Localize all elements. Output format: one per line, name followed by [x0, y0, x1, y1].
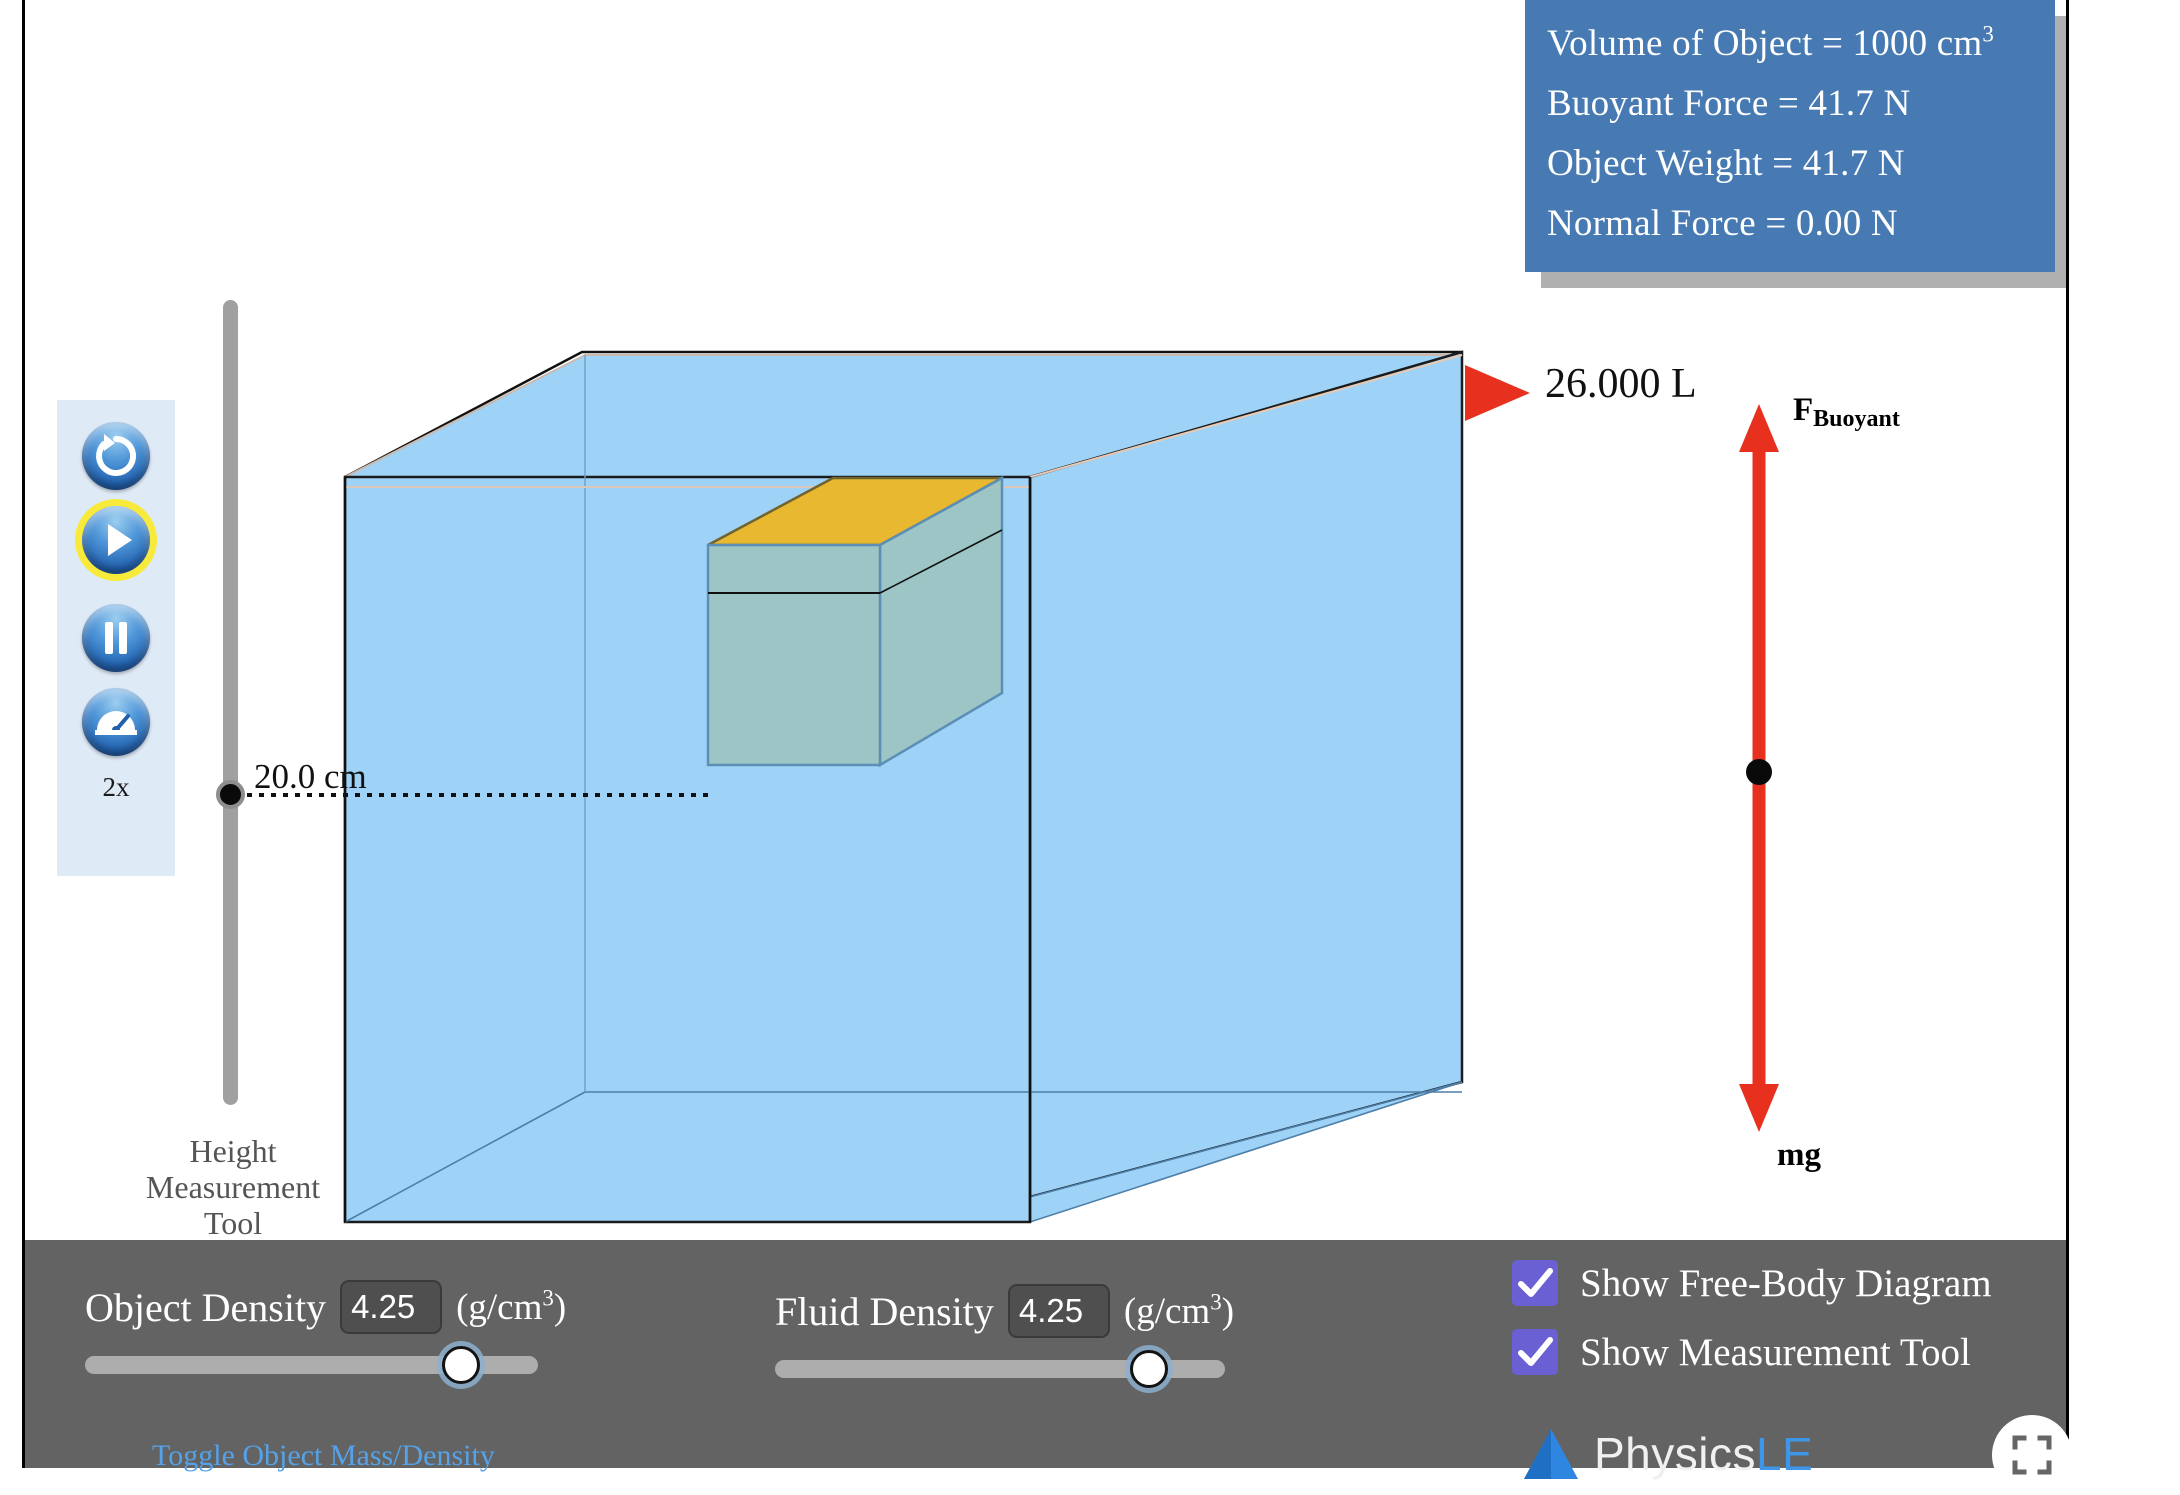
info-line-volume: Volume of Object = 1000 cm3	[1547, 21, 1995, 64]
caption-line-1: Height	[189, 1133, 277, 1169]
height-measurement-slider-track[interactable]	[223, 300, 238, 1105]
show-measurement-label: Show Measurement Tool	[1580, 1330, 1971, 1374]
reset-button[interactable]	[82, 422, 150, 490]
object-density-slider-thumb[interactable]	[441, 1346, 480, 1384]
fluid-density-units: (g/cm3)	[1123, 1289, 1235, 1332]
height-measurement-caption: Height Measurement Tool	[122, 1133, 344, 1240]
object-density-slider[interactable]	[85, 1346, 538, 1384]
height-measurement-value: 20.0 cm	[254, 757, 367, 796]
caption-line-3: Tool	[203, 1205, 263, 1240]
fluid-density-slider[interactable]	[775, 1350, 1225, 1388]
buoyant-force-label: FBuoyant	[1793, 392, 1900, 432]
caption-line-2: Measurement	[145, 1169, 321, 1205]
object-density-units: (g/cm3)	[456, 1285, 567, 1328]
buoyancy-simulation-app: 26.000 L Volume of Object = 1000 cm3 Buo…	[0, 0, 2180, 1495]
checkmark-icon	[1518, 1337, 1553, 1366]
info-readout-panel: Volume of Object = 1000 cm3 Buoyant Forc…	[1525, 0, 2055, 272]
play-button[interactable]	[82, 506, 150, 574]
show-fbd-checkbox-row[interactable]: Show Free-Body Diagram	[1512, 1260, 1992, 1306]
free-body-diagram	[1739, 404, 1779, 1132]
weight-force-label: mg	[1777, 1137, 1821, 1173]
reset-icon	[96, 434, 137, 476]
weight-arrow-head-icon	[1739, 1084, 1779, 1132]
speed-value-label: 2x	[102, 772, 130, 802]
height-measurement-slider-knob[interactable]	[216, 780, 245, 809]
object-density-label: Object Density	[85, 1284, 327, 1330]
show-measurement-checkbox-row[interactable]: Show Measurement Tool	[1512, 1329, 1971, 1375]
physicsle-logo: PhysicsLE	[1520, 1425, 1813, 1483]
object-density-input[interactable]	[340, 1280, 443, 1334]
measurement-dotted-line	[247, 793, 715, 797]
info-line-buoyant-force: Buoyant Force = 41.7 N	[1547, 83, 1911, 124]
info-line-normal-force: Normal Force = 0.00 N	[1547, 203, 1898, 244]
media-controls-panel: 2x	[57, 400, 175, 876]
show-fbd-label: Show Free-Body Diagram	[1580, 1261, 1992, 1305]
play-icon	[108, 524, 132, 556]
object-density-row: Object Density (g/cm3)	[85, 1280, 566, 1334]
frame-right-border	[2066, 0, 2069, 1468]
show-fbd-checkbox[interactable]	[1512, 1260, 1558, 1306]
speedometer-icon	[95, 711, 137, 735]
logo-text: PhysicsLE	[1594, 1428, 1814, 1480]
fluid-density-row: Fluid Density (g/cm3)	[775, 1284, 1234, 1338]
object-density-control: Object Density (g/cm3)	[85, 1280, 566, 1384]
triangle-logo-icon	[1524, 1429, 1578, 1479]
fullscreen-button[interactable]	[1992, 1415, 2072, 1495]
fluid-density-label: Fluid Density	[775, 1288, 994, 1334]
fluid-density-input[interactable]	[1007, 1284, 1110, 1338]
checkmark-icon	[1518, 1268, 1553, 1297]
pause-button[interactable]	[82, 604, 150, 672]
fbd-center-dot	[1746, 759, 1772, 785]
fluid-density-control: Fluid Density (g/cm3)	[775, 1284, 1234, 1388]
info-line-object-weight: Object Weight = 41.7 N	[1547, 143, 1905, 184]
fluid-density-slider-thumb[interactable]	[1129, 1350, 1168, 1388]
volume-pointer-icon	[1465, 365, 1530, 421]
show-measurement-checkbox[interactable]	[1512, 1329, 1558, 1375]
simulation-stage: 26.000 L Volume of Object = 1000 cm3 Buo…	[25, 0, 2066, 1240]
buoyant-arrow-head-icon	[1739, 404, 1779, 452]
speed-button[interactable]	[82, 688, 150, 756]
fullscreen-icon	[2012, 1435, 2052, 1475]
pause-icon	[105, 622, 127, 654]
